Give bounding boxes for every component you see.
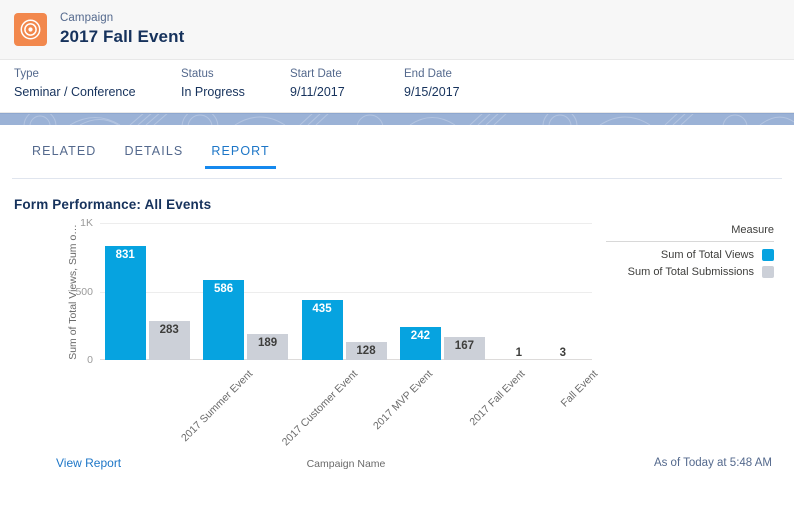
bar-value-label: 831 <box>115 249 135 262</box>
plot-region: 0 500 1K 831 283 586 189 435 128 242 167 1 3 <box>75 217 592 366</box>
bar-views[interactable]: 242 <box>399 326 441 360</box>
detail-field-value: In Progress <box>181 85 245 99</box>
record-detail-bar: Type Seminar / Conference Status In Progres… <box>0 60 794 113</box>
x-axis-category-label: 2017 Customer Event <box>279 368 360 449</box>
bar-group: 242 167 <box>399 223 485 360</box>
y-axis-tick: 1K <box>80 217 93 229</box>
detail-field-value: 9/11/2017 <box>290 85 345 99</box>
bar-group: 435 128 <box>301 223 387 360</box>
campaign-record-page: Campaign 2017 Fall Event Type Seminar / C… <box>0 0 794 508</box>
x-axis-category-label: Fall Event <box>558 368 600 410</box>
as-of-timestamp: As of Today at 5:48 AM <box>653 457 772 469</box>
x-axis-category-label: 2017 MVP Event <box>371 368 436 433</box>
bar-submissions[interactable]: 3 <box>542 344 583 360</box>
detail-field: Type Seminar / Conference <box>14 68 136 99</box>
decorative-banner-strip <box>0 113 794 125</box>
detail-field-label: Type <box>14 68 39 80</box>
tab-related[interactable]: RELATED <box>18 139 110 169</box>
detail-field: End Date 9/15/2017 <box>404 68 460 99</box>
legend-item[interactable]: Sum of Total Views <box>606 249 774 261</box>
y-axis-tick: 0 <box>87 354 93 366</box>
x-axis-category-label: 2017 Fall Event <box>467 368 528 429</box>
bar-submissions[interactable]: 167 <box>443 337 485 360</box>
bar-value-label: 435 <box>312 303 332 316</box>
bar-value-label: 242 <box>410 329 430 342</box>
legend-title: Measure <box>606 224 774 242</box>
detail-field-label: End Date <box>404 68 452 80</box>
detail-field: Status In Progress <box>181 68 245 99</box>
detail-field-label: Start Date <box>290 68 342 80</box>
detail-field: Start Date 9/11/2017 <box>290 68 345 99</box>
bar-group: 13 <box>498 223 583 360</box>
bar-value-label: 189 <box>258 337 278 350</box>
detail-field-label: Status <box>181 68 214 80</box>
bar-submissions[interactable]: 283 <box>148 321 190 360</box>
tab-details[interactable]: DETAILS <box>110 139 197 169</box>
record-header: Campaign 2017 Fall Event <box>0 0 794 60</box>
legend-item-label: Sum of Total Views <box>660 249 754 261</box>
bar-views[interactable]: 1 <box>498 344 539 360</box>
legend-item[interactable]: Sum of Total Submissions <box>606 266 774 278</box>
bar-value-label: 586 <box>214 282 234 295</box>
bar-value-label: 1 <box>515 347 522 359</box>
bar-group: 586 189 <box>203 223 289 360</box>
bar-value-label: 3 <box>559 347 566 359</box>
record-object-type: Campaign <box>60 12 114 25</box>
record-title-block: Campaign 2017 Fall Event <box>60 12 184 47</box>
bar-value-label: 283 <box>159 324 179 337</box>
bar-group: 831 283 <box>104 223 190 360</box>
bar-value-label: 128 <box>356 345 376 358</box>
bar-value-label: 167 <box>454 340 474 353</box>
report-chart-card: Form Performance: All Events Sum of Tota… <box>0 179 794 480</box>
legend-color-swatch <box>762 249 774 261</box>
chart-footer: View Report As of Today at 5:48 AM <box>0 446 794 480</box>
bar-views[interactable]: 435 <box>301 300 343 360</box>
bar-submissions[interactable]: 128 <box>345 342 387 360</box>
bar-views[interactable]: 831 <box>104 246 146 360</box>
detail-field-value: 9/15/2017 <box>404 85 460 99</box>
campaign-target-icon <box>14 13 47 46</box>
legend-color-swatch <box>762 266 774 278</box>
y-axis-tick: 500 <box>75 285 93 298</box>
detail-field-value: Seminar / Conference <box>14 85 136 99</box>
record-tabs: RELATED DETAILS REPORT <box>0 139 794 179</box>
chart-legend: Measure Sum of Total Views Sum of Total S… <box>606 224 774 283</box>
tab-report[interactable]: REPORT <box>197 139 283 169</box>
legend-items: Sum of Total Views Sum of Total Submissio… <box>606 249 774 278</box>
bar-submissions[interactable]: 189 <box>247 334 289 360</box>
page-title: 2017 Fall Event <box>60 27 185 47</box>
bar-views[interactable]: 586 <box>203 279 245 360</box>
view-report-link[interactable]: View Report <box>56 456 121 470</box>
chart-area: Sum of Total Views, Sum o… 0 500 1K 831 283 5… <box>14 217 780 480</box>
legend-item-label: Sum of Total Submissions <box>627 266 754 278</box>
x-axis-category-label: 2017 Summer Event <box>179 368 256 445</box>
chart-title: Form Performance: All Events <box>14 197 212 212</box>
